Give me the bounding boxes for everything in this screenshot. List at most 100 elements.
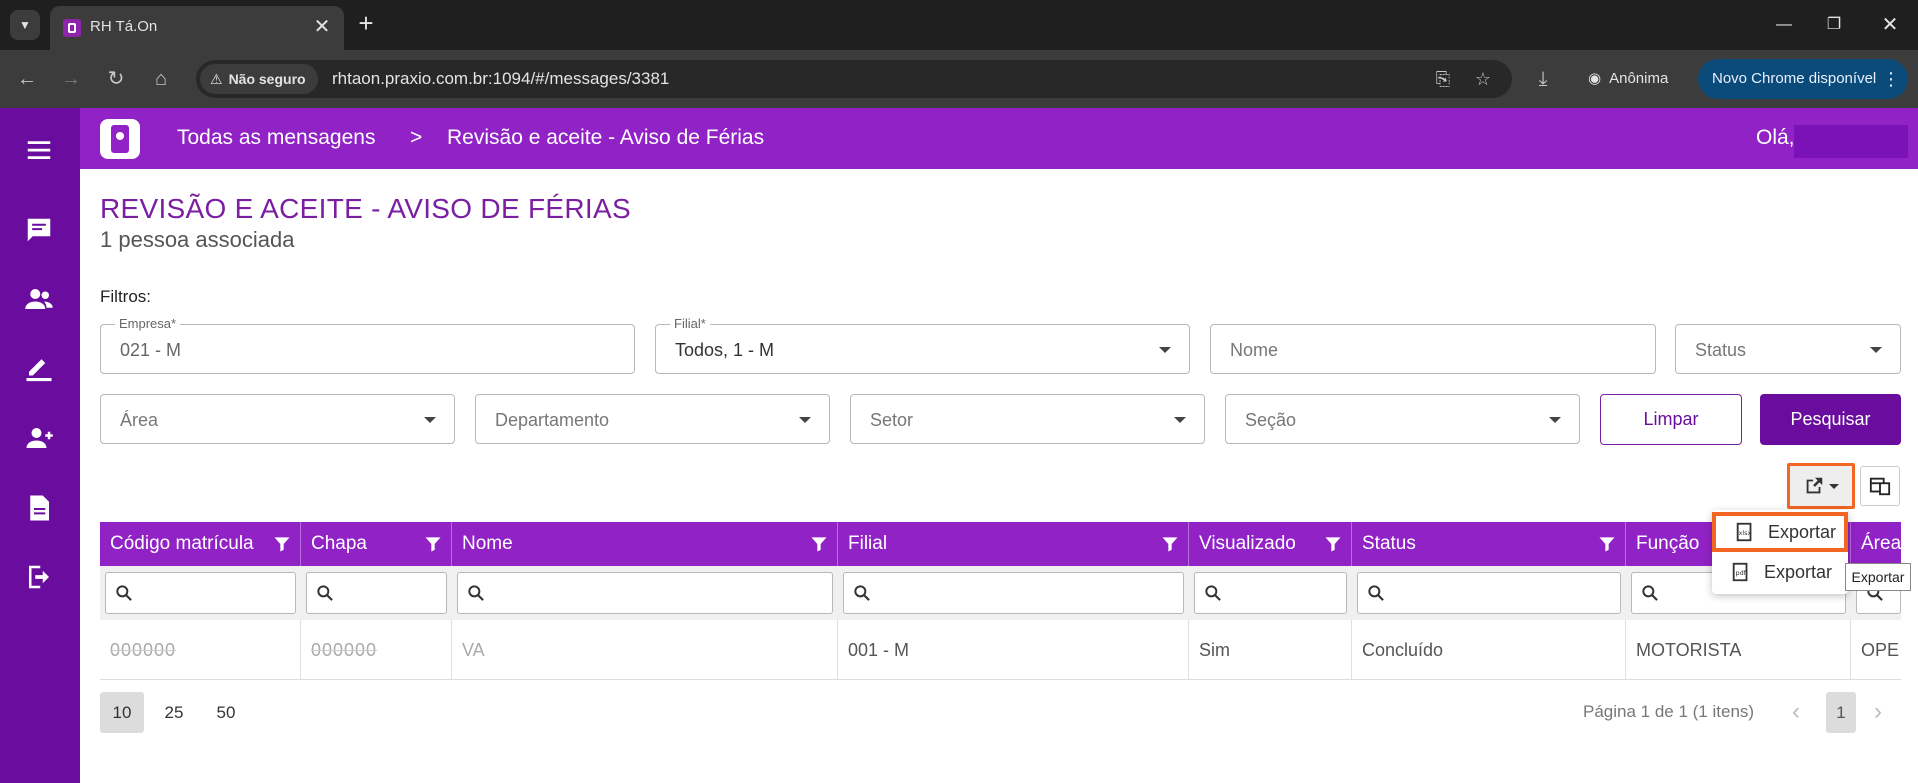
url-text[interactable]: rhtaon.praxio.com.br:1094/#/messages/338…	[332, 69, 669, 89]
filter-icon[interactable]	[1597, 534, 1617, 554]
setor-placeholder: Setor	[870, 410, 914, 430]
column-header-visualizado[interactable]: Visualizado	[1189, 522, 1352, 566]
edit-icon[interactable]	[20, 349, 58, 387]
cell-funcao: MOTORISTA	[1626, 620, 1851, 680]
restore-button[interactable]: ❐	[1814, 10, 1854, 40]
tab-close-icon[interactable]: ✕	[310, 15, 334, 39]
grid-filter-row	[100, 566, 1901, 620]
setor-select[interactable]: Setor	[850, 394, 1205, 444]
filter-icon[interactable]	[809, 534, 829, 554]
column-chooser-button[interactable]	[1860, 466, 1900, 506]
filter-icon[interactable]	[1323, 534, 1343, 554]
caret-down-icon	[1174, 417, 1186, 423]
prev-page-icon[interactable]: ‹	[1784, 700, 1808, 726]
xlsx-file-icon: xlsx	[1736, 522, 1751, 542]
area-select[interactable]: Área	[100, 394, 455, 444]
menu-item-label: Exportar	[1764, 561, 1833, 582]
breadcrumb-root-link[interactable]: Todas as mensagens	[177, 126, 375, 150]
column-header-chapa[interactable]: Chapa	[301, 522, 452, 566]
people-icon[interactable]	[20, 280, 58, 318]
column-header-nome[interactable]: Nome	[452, 522, 838, 566]
column-header-status[interactable]: Status	[1352, 522, 1626, 566]
search-icon	[116, 585, 132, 601]
caret-down-icon	[1549, 417, 1561, 423]
status-select[interactable]: Status	[1675, 324, 1901, 374]
star-icon[interactable]: ☆	[1472, 68, 1494, 90]
nome-input[interactable]: Nome	[1210, 324, 1656, 374]
search-button[interactable]: Pesquisar	[1760, 394, 1901, 445]
column-header-label: Função	[1636, 533, 1700, 554]
security-chip[interactable]: ⚠ Não seguro	[200, 64, 318, 94]
column-header-codigo[interactable]: Código matrícula	[100, 522, 301, 566]
user-name-redacted[interactable]	[1794, 125, 1908, 158]
incognito-icon: ◉	[1588, 70, 1602, 87]
close-window-button[interactable]: ✕	[1870, 10, 1910, 40]
back-button[interactable]: ←	[12, 64, 42, 94]
page-size-50[interactable]: 50	[204, 692, 248, 733]
menu-icon[interactable]	[20, 131, 58, 169]
departamento-select[interactable]: Departamento	[475, 394, 830, 444]
breadcrumb-separator: >	[410, 126, 423, 149]
filial-label: Filial*	[670, 316, 710, 331]
caret-down-icon	[1159, 347, 1171, 353]
app-sidebar	[0, 108, 80, 783]
home-button[interactable]: ⌂	[146, 64, 176, 94]
cell-filial: 001 - M	[838, 620, 1189, 680]
incognito-chip[interactable]: ◉ Anônima	[1576, 60, 1680, 98]
column-header-label: Chapa	[311, 533, 367, 554]
filter-cell-codigo[interactable]	[105, 572, 296, 614]
caret-down-icon	[1870, 347, 1882, 353]
app-logo[interactable]	[100, 119, 140, 159]
reload-button[interactable]: ↻	[101, 64, 131, 94]
more-icon[interactable]: ⋮	[1882, 59, 1900, 99]
filial-select[interactable]: Filial* Todos, 1 - M	[655, 316, 1190, 374]
search-icon	[1205, 585, 1221, 601]
browser-tab[interactable]: RH Tá.On ✕	[50, 6, 344, 50]
chevron-down-icon: ▼	[19, 18, 31, 32]
filter-cell-chapa[interactable]	[306, 572, 447, 614]
security-label: Não seguro	[228, 71, 306, 87]
page-size-10[interactable]: 10	[100, 692, 144, 733]
column-header-label: Área	[1861, 533, 1901, 554]
export-pdf-menu-item[interactable]: pdf Exportar	[1712, 552, 1848, 592]
column-header-label: Nome	[462, 533, 513, 554]
filter-icon[interactable]	[423, 534, 443, 554]
filter-cell-nome[interactable]	[457, 572, 833, 614]
export-xlsx-menu-item[interactable]: xlsx Exportar	[1712, 512, 1848, 552]
search-icon	[1368, 585, 1384, 601]
logout-icon[interactable]	[20, 558, 58, 596]
secao-select[interactable]: Seção	[1225, 394, 1580, 444]
empresa-field[interactable]: Empresa* 021 - M	[100, 316, 635, 374]
column-header-area[interactable]: Área	[1851, 522, 1901, 566]
add-person-icon[interactable]	[20, 419, 58, 457]
column-header-label: Visualizado	[1199, 533, 1296, 554]
tab-title: RH Tá.On	[90, 18, 158, 35]
chrome-update-button[interactable]: Novo Chrome disponível ⋮	[1698, 59, 1908, 99]
messages-icon[interactable]	[20, 211, 58, 249]
next-page-icon[interactable]: ›	[1866, 700, 1890, 726]
filter-icon[interactable]	[272, 534, 292, 554]
filter-cell-filial[interactable]	[843, 572, 1184, 614]
address-bar[interactable]: ⚠ Não seguro rhtaon.praxio.com.br:1094/#…	[196, 60, 1512, 98]
caret-down-icon	[799, 417, 811, 423]
filter-cell-visualizado[interactable]	[1194, 572, 1347, 614]
new-tab-button[interactable]: +	[352, 10, 380, 38]
forward-button[interactable]: →	[56, 64, 86, 94]
browser-tab-strip: ▼ RH Tá.On ✕ + — ❐ ✕	[0, 0, 1918, 50]
table-row[interactable]: 000000 000000 VA 001 - M Sim Concluído M…	[100, 620, 1901, 680]
filter-cell-status[interactable]	[1357, 572, 1621, 614]
document-icon[interactable]	[20, 489, 58, 527]
column-header-filial[interactable]: Filial	[838, 522, 1189, 566]
download-icon[interactable]: ⤓	[1528, 64, 1558, 94]
filter-icon[interactable]	[1160, 534, 1180, 554]
secao-placeholder: Seção	[1245, 410, 1297, 430]
cell-visualizado: Sim	[1189, 620, 1352, 680]
page-number-current[interactable]: 1	[1826, 692, 1856, 733]
clear-button[interactable]: Limpar	[1600, 394, 1742, 445]
translate-icon[interactable]: ⎘	[1432, 68, 1454, 90]
minimize-button[interactable]: —	[1764, 10, 1804, 40]
page-size-25[interactable]: 25	[152, 692, 196, 733]
screen: ▼ RH Tá.On ✕ + — ❐ ✕ ← → ↻ ⌂ ⚠ Não segur…	[0, 0, 1918, 783]
tab-search-button[interactable]: ▼	[10, 10, 40, 40]
export-button[interactable]	[1787, 463, 1855, 509]
